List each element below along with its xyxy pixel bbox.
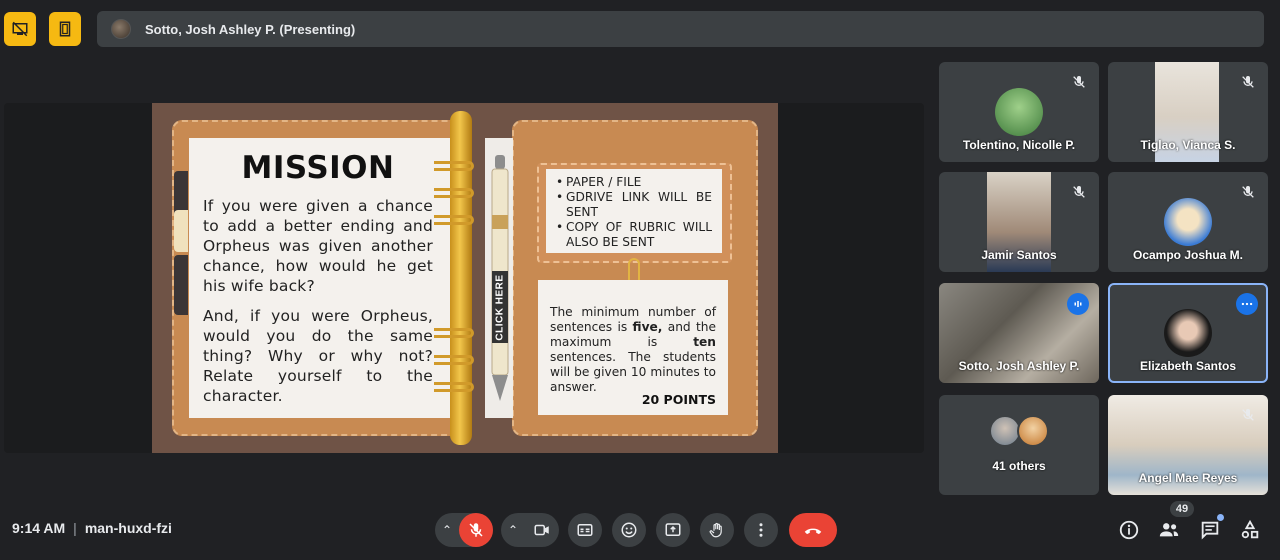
binder-ring <box>434 161 474 171</box>
requirement-item: COPY OF RUBRIC WILL ALSO BE SENT <box>556 220 712 250</box>
mission-paper: MISSION If you were given a chance to ad… <box>189 138 457 418</box>
participant-name: Elizabeth Santos <box>1139 359 1237 373</box>
binder-ring <box>434 382 474 392</box>
click-here-button[interactable]: CLICK HERE <box>492 271 508 343</box>
emoji-icon <box>621 522 637 538</box>
binder-ring <box>434 188 474 198</box>
participant-name: Angel Mae Reyes <box>1138 471 1238 485</box>
slide: MISSION If you were given a chance to ad… <box>152 103 778 453</box>
camera-icon <box>534 524 549 536</box>
requirement-item: GDRIVE LINK WILL BE SENT <box>556 190 712 220</box>
avatar <box>1164 198 1212 246</box>
others-count: 41 others <box>992 459 1046 473</box>
binder-ring <box>434 215 474 225</box>
reactions-button[interactable] <box>612 513 646 547</box>
hand-icon <box>709 522 722 538</box>
presenting-label: Sotto, Josh Ashley P. (Presenting) <box>145 21 356 37</box>
speaking-indicator-icon <box>1067 293 1089 315</box>
activities-button[interactable] <box>1237 517 1263 543</box>
chat-notification-dot <box>1217 514 1224 521</box>
click-here-label: CLICK HERE <box>494 273 506 341</box>
participant-tile[interactable]: Sotto, Josh Ashley P. <box>939 283 1099 383</box>
mission-question-1: If you were given a chance to add a bett… <box>203 197 433 295</box>
people-count-badge: 49 <box>1170 501 1194 517</box>
activities-icon <box>1241 519 1259 539</box>
captions-button[interactable] <box>568 513 602 547</box>
video-options-chevron-icon[interactable]: ⌃ <box>501 523 525 537</box>
requirements-card: PAPER / FILE GDRIVE LINK WILL BE SENT CO… <box>546 169 722 253</box>
raise-hand-button[interactable] <box>700 513 734 547</box>
participant-name: Jamir Santos <box>981 248 1057 262</box>
mic-off-icon <box>1242 76 1254 88</box>
requirement-item: PAPER / FILE <box>556 175 712 190</box>
mic-off-icon <box>1242 409 1254 421</box>
binder-ring <box>434 328 474 338</box>
separator: | <box>73 520 77 536</box>
meeting-details-button[interactable] <box>1116 517 1142 543</box>
participant-name: Ocampo Joshua M. <box>1132 248 1244 262</box>
presentation-stage: MISSION If you were given a chance to ad… <box>4 103 924 453</box>
more-vert-icon <box>759 523 763 537</box>
participant-tile[interactable]: Ocampo Joshua M. <box>1108 172 1268 272</box>
mic-control: ⌃ <box>435 513 493 547</box>
participant-name: Tiglao, Vianca S. <box>1140 138 1236 152</box>
end-call-icon <box>804 528 822 535</box>
meeting-info: 9:14 AM | man-huxd-fzi <box>12 520 172 536</box>
people-icon <box>1159 523 1179 537</box>
others-tile[interactable]: 41 others <box>939 395 1099 495</box>
door-icon <box>59 21 71 37</box>
mission-title: MISSION <box>241 150 395 186</box>
camera-control: ⌃ <box>501 513 559 547</box>
meet-window: Sotto, Josh Ashley P. (Presenting) MISSI… <box>0 0 1280 560</box>
notebook-tab <box>174 255 188 315</box>
participant-tile[interactable]: Tolentino, Nicolle P. <box>939 62 1099 162</box>
binder-ring <box>434 355 474 365</box>
participant-name: Sotto, Josh Ashley P. <box>958 359 1080 373</box>
mic-off-icon <box>1073 186 1085 198</box>
info-icon <box>1119 520 1139 540</box>
stop-presenting-button[interactable] <box>4 12 36 46</box>
chat-button[interactable] <box>1197 514 1224 543</box>
mic-toggle-button[interactable] <box>459 513 493 547</box>
participant-tile[interactable]: Jamir Santos <box>939 172 1099 272</box>
leave-call-button[interactable] <box>789 513 837 547</box>
avatar <box>995 88 1043 136</box>
mic-off-icon <box>1242 186 1254 198</box>
participant-tile[interactable]: Angel Mae Reyes <box>1108 395 1268 495</box>
participant-tile-pinned[interactable]: Elizabeth Santos <box>1108 283 1268 383</box>
requirements-list: PAPER / FILE GDRIVE LINK WILL BE SENT CO… <box>556 175 712 250</box>
presenter-avatar <box>111 19 131 39</box>
camera-toggle-button[interactable] <box>525 513 559 547</box>
more-options-button[interactable] <box>744 513 778 547</box>
clock: 9:14 AM <box>12 520 66 536</box>
instructions-card: The minimum number of sentences is five,… <box>538 280 728 415</box>
mic-off-icon <box>469 523 483 537</box>
present-now-button[interactable] <box>656 513 690 547</box>
chat-icon <box>1201 521 1219 540</box>
points-label: 20 POINTS <box>641 392 716 407</box>
participant-name: Tolentino, Nicolle P. <box>962 138 1076 152</box>
screen-share-off-icon <box>12 21 28 37</box>
captions-icon <box>577 524 593 536</box>
present-screen-icon <box>665 523 681 536</box>
mission-question-2: And, if you were Orpheus, would you do t… <box>203 307 433 405</box>
avatar <box>1017 415 1049 447</box>
presentation-control-button[interactable] <box>49 12 81 46</box>
notebook-tab <box>174 210 188 252</box>
participant-tile[interactable]: Tiglao, Vianca S. <box>1108 62 1268 162</box>
people-button[interactable] <box>1156 517 1182 543</box>
audio-options-chevron-icon[interactable]: ⌃ <box>435 523 459 537</box>
avatar <box>1164 309 1212 357</box>
instructions-text: The minimum number of sentences is five,… <box>550 305 716 394</box>
presenting-bar: Sotto, Josh Ashley P. (Presenting) <box>97 11 1264 47</box>
mic-off-icon <box>1073 76 1085 88</box>
more-options-icon[interactable] <box>1236 293 1258 315</box>
meeting-code: man-huxd-fzi <box>84 520 172 536</box>
